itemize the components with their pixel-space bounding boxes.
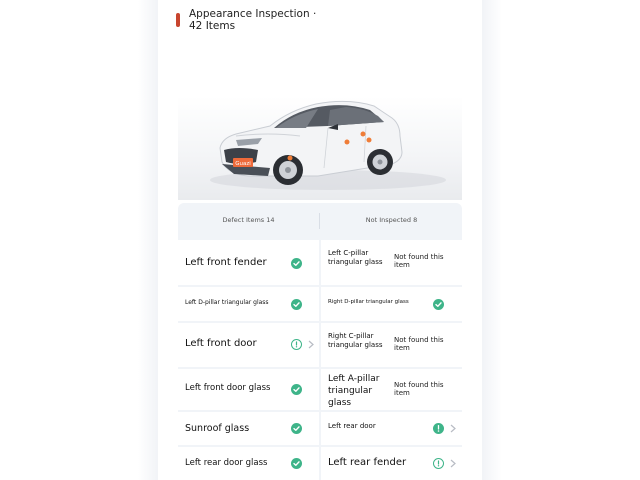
not-found-note: Not found this item bbox=[394, 336, 444, 352]
section-header: Appearance Inspection · 42 Items bbox=[176, 7, 466, 37]
section-title: Appearance Inspection · 42 Items bbox=[189, 8, 317, 32]
left-edge-shadow bbox=[138, 0, 158, 480]
item-label: Left C-pillar triangular glass bbox=[328, 249, 383, 266]
tab-not-inspected[interactable]: Not Inspected 8 bbox=[321, 203, 462, 237]
item-label: Left front fender bbox=[185, 257, 267, 268]
exclamation-circle-icon bbox=[433, 458, 444, 469]
item-label: Left front door glass bbox=[185, 383, 271, 393]
defect-marker[interactable] bbox=[360, 131, 366, 137]
item-label: Left rear fender bbox=[328, 457, 407, 468]
chevron-right-icon bbox=[450, 459, 456, 468]
defect-item-sunroof-glass[interactable]: Sunroof glass bbox=[178, 412, 319, 445]
item-label: Left D-pillar triangular glass bbox=[185, 299, 269, 306]
check-circle-icon bbox=[433, 299, 444, 310]
chevron-right-icon bbox=[450, 424, 456, 433]
check-circle-icon bbox=[291, 258, 302, 269]
exclamation-circle-icon bbox=[291, 339, 302, 350]
tab-defect-items[interactable]: Defect Items 14 bbox=[178, 203, 319, 237]
car-illustration: Guazi bbox=[210, 100, 446, 190]
not-inspected-left-rear-fender[interactable]: Left rear fender bbox=[321, 447, 462, 480]
plate-badge-text: Guazi bbox=[235, 161, 251, 167]
not-inspected-left-c-pillar-glass[interactable]: Left C-pillar triangular glass Not found… bbox=[321, 240, 462, 285]
not-inspected-left-rear-door[interactable]: Left rear door bbox=[321, 412, 462, 445]
not-inspected-right-d-pillar-glass[interactable]: Right D-pillar triangular glass bbox=[321, 287, 462, 321]
check-circle-icon bbox=[291, 458, 302, 469]
item-label: Left rear door bbox=[328, 422, 376, 430]
car-model-view[interactable]: Guazi bbox=[178, 40, 462, 200]
right-edge-shadow bbox=[482, 0, 502, 480]
inspection-table: Defect Items 14 Not Inspected 8 Left fro… bbox=[178, 203, 462, 480]
inspection-screen: Appearance Inspection · 42 Items Guazi D… bbox=[158, 0, 482, 480]
defect-marker[interactable] bbox=[366, 137, 372, 143]
not-inspected-right-c-pillar-glass[interactable]: Right C-pillar triangular glass Not foun… bbox=[321, 323, 462, 367]
chevron-right-icon bbox=[308, 340, 314, 349]
check-circle-icon bbox=[291, 423, 302, 434]
section-marker bbox=[176, 13, 180, 27]
not-inspected-left-a-pillar-glass[interactable]: Left A-pillar triangular glass Not found… bbox=[321, 369, 462, 410]
check-circle-icon bbox=[291, 384, 302, 395]
not-found-note: Not found this item bbox=[394, 381, 444, 397]
exclamation-circle-icon bbox=[433, 423, 444, 434]
item-label: Sunroof glass bbox=[185, 423, 250, 434]
defect-marker[interactable] bbox=[344, 139, 350, 145]
tab-divider bbox=[319, 213, 320, 229]
defect-item-left-front-door[interactable]: Left front door bbox=[178, 323, 319, 367]
defect-item-left-d-pillar-glass[interactable]: Left D-pillar triangular glass bbox=[178, 287, 319, 321]
item-label: Right D-pillar triangular glass bbox=[328, 299, 409, 305]
item-label: Left front door bbox=[185, 338, 257, 349]
item-label: Right C-pillar triangular glass bbox=[328, 332, 383, 349]
not-found-note: Not found this item bbox=[394, 253, 444, 269]
defect-item-left-front-fender[interactable]: Left front fender bbox=[178, 240, 319, 285]
check-circle-icon bbox=[291, 299, 302, 310]
defect-item-left-rear-door-glass[interactable]: Left rear door glass bbox=[178, 447, 319, 480]
defect-item-left-front-door-glass[interactable]: Left front door glass bbox=[178, 369, 319, 410]
item-label: Left rear door glass bbox=[185, 458, 268, 468]
item-label: Left A-pillar triangular glass bbox=[328, 374, 380, 408]
defect-marker[interactable] bbox=[287, 155, 293, 161]
